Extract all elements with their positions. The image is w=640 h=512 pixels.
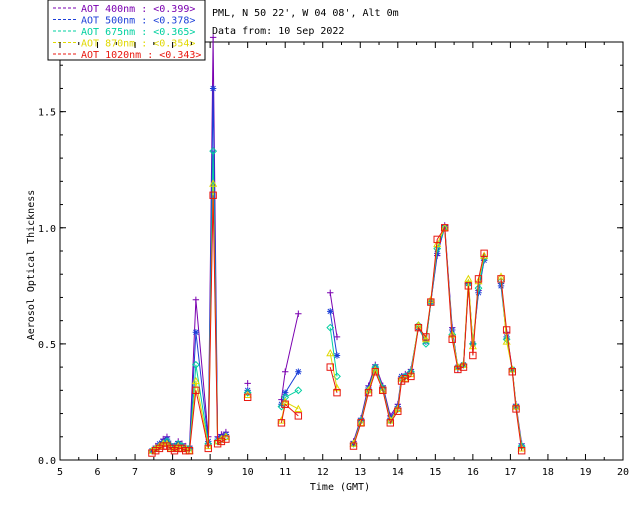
x-tick-label: 5 xyxy=(57,467,63,478)
x-tick-label: 17 xyxy=(504,467,516,478)
x-axis-label: Time (GMT) xyxy=(310,482,370,493)
series-line xyxy=(353,227,485,444)
legend-label: AOT 1020nm : <0.343> xyxy=(81,50,201,61)
date-annotation: Data from: 10 Sep 2022 xyxy=(212,26,344,37)
data-point xyxy=(295,368,302,375)
x-tick-label: 15 xyxy=(429,467,441,478)
data-point xyxy=(244,380,251,387)
x-tick-label: 9 xyxy=(207,467,213,478)
y-axis-label: Aerosol Optical Thickness xyxy=(26,190,37,341)
x-tick-label: 13 xyxy=(354,467,366,478)
series-line xyxy=(353,225,485,442)
data-point xyxy=(282,368,289,375)
x-tick-label: 6 xyxy=(95,467,101,478)
data-point xyxy=(294,386,303,395)
x-tick-label: 20 xyxy=(617,467,629,478)
series-line xyxy=(353,226,485,447)
y-tick-label: 0.0 xyxy=(38,456,56,467)
x-tick-label: 18 xyxy=(542,467,554,478)
series-line xyxy=(353,227,485,444)
data-point xyxy=(327,308,334,315)
data-point xyxy=(192,329,200,336)
y-tick-label: 1.5 xyxy=(38,108,56,119)
series-group xyxy=(147,34,526,457)
y-tick-label: 1.0 xyxy=(38,224,56,235)
x-tick-label: 16 xyxy=(467,467,479,478)
legend-label: AOT 400nm : <0.399> xyxy=(81,4,195,15)
series-line xyxy=(280,313,299,400)
aot-chart: AOT 400nm : <0.399>AOT 500nm : <0.378>AO… xyxy=(26,0,629,493)
data-point xyxy=(282,389,289,396)
data-point xyxy=(209,85,217,92)
data-point xyxy=(295,310,302,317)
x-tick-label: 10 xyxy=(242,467,254,478)
x-tick-label: 12 xyxy=(317,467,329,478)
legend: AOT 400nm : <0.399>AOT 500nm : <0.378>AO… xyxy=(47,0,206,61)
data-point xyxy=(192,296,200,303)
y-tick-label: 0.5 xyxy=(38,340,56,351)
plot-frame xyxy=(59,41,624,461)
x-tick-label: 11 xyxy=(279,467,291,478)
series-line xyxy=(500,278,523,451)
x-tick-label: 7 xyxy=(132,467,138,478)
site-annotation: PML, N 50 22', W 04 08', Alt 0m xyxy=(212,8,399,19)
x-tick-label: 19 xyxy=(579,467,591,478)
x-tick-label: 8 xyxy=(170,467,176,478)
series xyxy=(148,147,526,455)
series-line xyxy=(353,227,485,444)
legend-label: AOT 675nm : <0.365> xyxy=(81,27,195,38)
x-tick-label: 14 xyxy=(392,467,404,478)
data-point xyxy=(327,289,334,296)
legend-label: AOT 870nm : <0.354> xyxy=(81,39,195,50)
axis-ticks: 5 6 7 8 9 10 11 12 13 14 15 16 17 18 19 20 0.0 0.5 1.0 1.5 xyxy=(38,42,629,478)
legend-label: AOT 500nm : <0.378> xyxy=(81,16,195,27)
